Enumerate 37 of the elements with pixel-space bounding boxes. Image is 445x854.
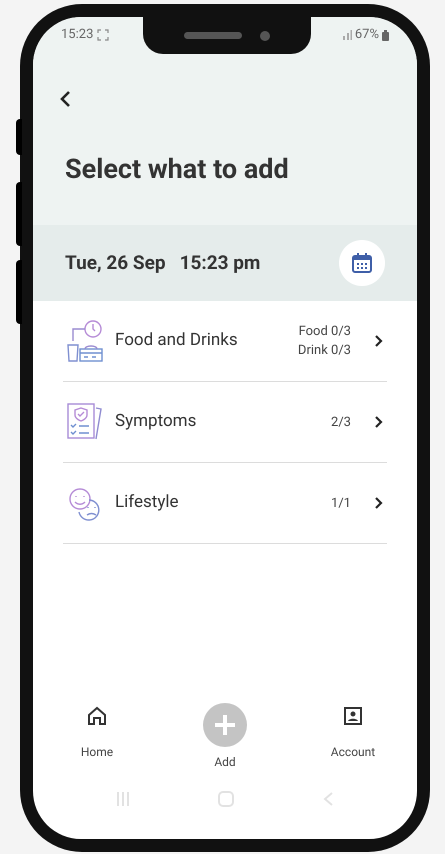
progress-count: Drink 0/3	[298, 342, 351, 360]
progress-count: Food 0/3	[298, 323, 351, 341]
back-icon	[59, 90, 71, 108]
battery-percentage: 67%	[354, 26, 379, 44]
category-row[interactable]: Food and Drinks Food 0/3 Drink 0/3	[63, 301, 387, 382]
screenshot-icon	[97, 29, 110, 41]
food-drink-icon	[65, 319, 105, 363]
chevron-right-icon	[374, 334, 383, 348]
home-icon	[87, 706, 107, 726]
date-text: Tue, 26 Sep	[65, 250, 166, 276]
nav-tab[interactable]: Home	[57, 695, 137, 761]
checklist-document-icon	[66, 402, 104, 442]
recent-apps-icon[interactable]	[116, 791, 130, 807]
progress-count: 2/3	[331, 414, 351, 432]
category-row[interactable]: Lifestyle 1/1	[63, 463, 387, 544]
chevron-right-icon	[374, 415, 383, 429]
chevron-right-icon	[374, 496, 383, 510]
status-time: 15:23	[61, 26, 94, 44]
back-system-icon[interactable]	[322, 791, 334, 807]
time-text: 15:23 pm	[180, 250, 260, 276]
category-label: Lifestyle	[115, 491, 180, 514]
calendar-icon	[351, 252, 373, 274]
battery-icon	[382, 30, 389, 40]
category-label: Symptoms	[115, 410, 198, 434]
front-camera	[260, 30, 270, 40]
calendar-button[interactable]	[339, 240, 385, 286]
progress-count: 1/1	[331, 494, 351, 512]
account-icon	[343, 706, 363, 726]
category-label: Food and Drinks	[115, 329, 239, 352]
page-title: Select what to add	[65, 152, 289, 187]
home-system-icon[interactable]	[216, 790, 235, 808]
category-row[interactable]: Symptoms 2/3	[63, 382, 387, 463]
nav-tab[interactable]: Account	[313, 695, 393, 761]
add-icon	[203, 703, 247, 747]
speaker-grille	[184, 32, 242, 39]
nav-tab[interactable]: Add	[185, 695, 265, 771]
signal-icon	[342, 30, 352, 40]
